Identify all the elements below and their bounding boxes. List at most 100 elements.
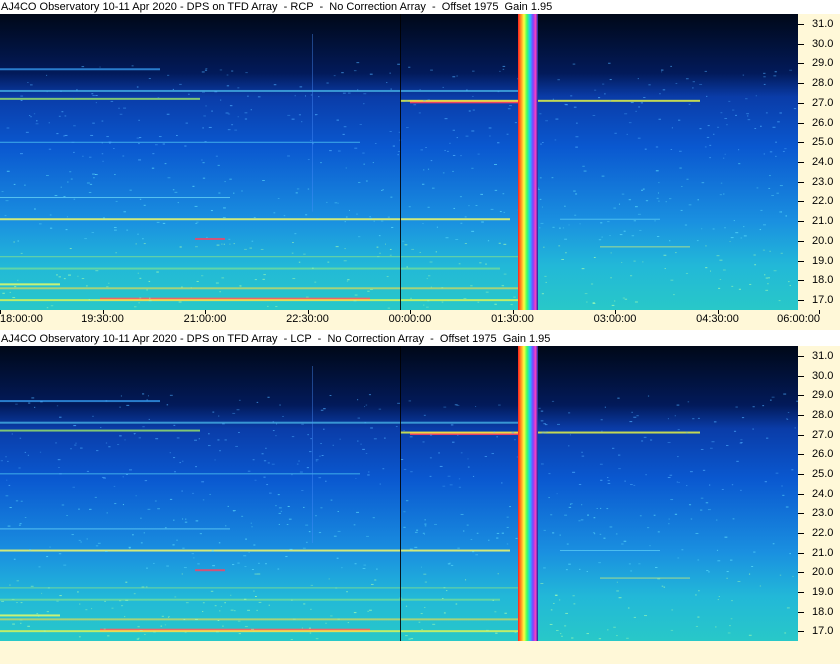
noise-speckle: [233, 510, 235, 512]
noise-speckle: [319, 455, 321, 457]
noise-speckle: [164, 527, 167, 529]
noise-speckle: [256, 401, 259, 403]
noise-speckle: [337, 618, 340, 620]
noise-speckle: [144, 633, 146, 635]
noise-speckle: [418, 621, 421, 623]
noise-speckle: [513, 296, 516, 298]
noise-speckle: [85, 609, 88, 611]
noise-speckle: [722, 269, 726, 271]
noise-speckle: [365, 180, 368, 182]
noise-speckle: [244, 626, 248, 628]
y-tick-label: 31.0: [812, 17, 834, 30]
noise-speckle: [592, 302, 595, 304]
noise-speckle: [731, 285, 734, 287]
noise-speckle: [345, 216, 348, 218]
noise-speckle: [113, 485, 116, 487]
noise-speckle: [657, 578, 661, 580]
noise-speckle: [64, 115, 67, 117]
noise-speckle: [162, 143, 165, 145]
noise-speckle: [273, 84, 277, 86]
noise-speckle: [370, 427, 373, 429]
noise-speckle: [429, 434, 433, 436]
noise-speckle: [408, 66, 411, 68]
noise-speckle: [544, 275, 547, 277]
noise-speckle: [457, 434, 459, 436]
noise-speckle: [624, 480, 626, 482]
emission-line: [600, 577, 690, 579]
noise-speckle: [658, 200, 660, 202]
noise-speckle: [679, 150, 682, 152]
noise-speckle: [465, 89, 468, 91]
noise-speckle: [133, 433, 136, 435]
emission-line: [0, 400, 160, 403]
noise-speckle: [674, 415, 676, 417]
noise-speckle: [723, 157, 725, 159]
noise-speckle: [656, 197, 659, 199]
noise-speckle: [275, 505, 277, 507]
noise-speckle: [435, 251, 437, 253]
noise-speckle: [773, 75, 777, 77]
noise-speckle: [423, 533, 426, 535]
noise-speckle: [658, 118, 661, 120]
noise-speckle: [477, 153, 480, 155]
noise-speckle: [506, 516, 509, 518]
noise-speckle: [108, 282, 110, 284]
noise-speckle: [389, 72, 391, 74]
noise-speckle: [509, 105, 512, 107]
noise-speckle: [655, 170, 659, 172]
noise-speckle: [137, 272, 139, 274]
noise-speckle: [596, 508, 598, 510]
noise-speckle: [263, 460, 267, 462]
noise-speckle: [148, 280, 151, 282]
emission-line: [0, 267, 500, 270]
noise-speckle: [701, 228, 703, 230]
noise-speckle: [772, 543, 775, 545]
noise-speckle: [63, 564, 67, 566]
noise-speckle: [472, 70, 475, 72]
emission-line: [0, 256, 520, 258]
noise-speckle: [9, 507, 12, 509]
noise-speckle: [38, 223, 42, 225]
noise-speckle: [105, 400, 108, 402]
noise-speckle: [310, 584, 314, 586]
noise-speckle: [494, 303, 497, 305]
noise-speckle: [717, 560, 721, 562]
noise-speckle: [145, 586, 148, 588]
noise-speckle: [493, 431, 496, 433]
noise-speckle: [126, 404, 130, 406]
y-tick-mark: [798, 493, 804, 495]
noise-speckle: [427, 99, 430, 101]
noise-speckle: [104, 600, 106, 602]
noise-speckle: [414, 546, 418, 548]
noise-speckle: [606, 629, 609, 631]
noise-speckle: [558, 245, 561, 247]
noise-speckle: [202, 499, 205, 501]
noise-speckle: [708, 571, 710, 573]
noise-speckle: [123, 107, 127, 109]
noise-speckle: [458, 486, 462, 488]
noise-speckle: [20, 95, 24, 97]
noise-speckle: [731, 484, 734, 486]
noise-speckle: [202, 127, 204, 129]
noise-speckle: [554, 594, 558, 596]
noise-speckle: [219, 291, 221, 293]
noise-speckle: [756, 187, 759, 189]
noise-speckle: [56, 274, 58, 276]
y-tick-label: 20.0: [812, 566, 834, 579]
noise-speckle: [376, 246, 379, 248]
noise-speckle: [713, 133, 715, 135]
emission-line: [400, 99, 700, 102]
noise-speckle: [405, 500, 409, 502]
noise-speckle: [458, 478, 461, 480]
noise-speckle: [754, 128, 757, 130]
calibration-stripe: [518, 14, 538, 310]
noise-speckle: [471, 167, 474, 169]
noise-speckle: [685, 432, 688, 434]
noise-speckle: [395, 426, 398, 428]
noise-speckle: [92, 122, 95, 124]
noise-speckle: [310, 139, 312, 141]
noise-speckle: [191, 553, 194, 555]
noise-speckle: [539, 198, 542, 200]
noise-speckle: [378, 235, 381, 237]
noise-speckle: [215, 155, 218, 157]
